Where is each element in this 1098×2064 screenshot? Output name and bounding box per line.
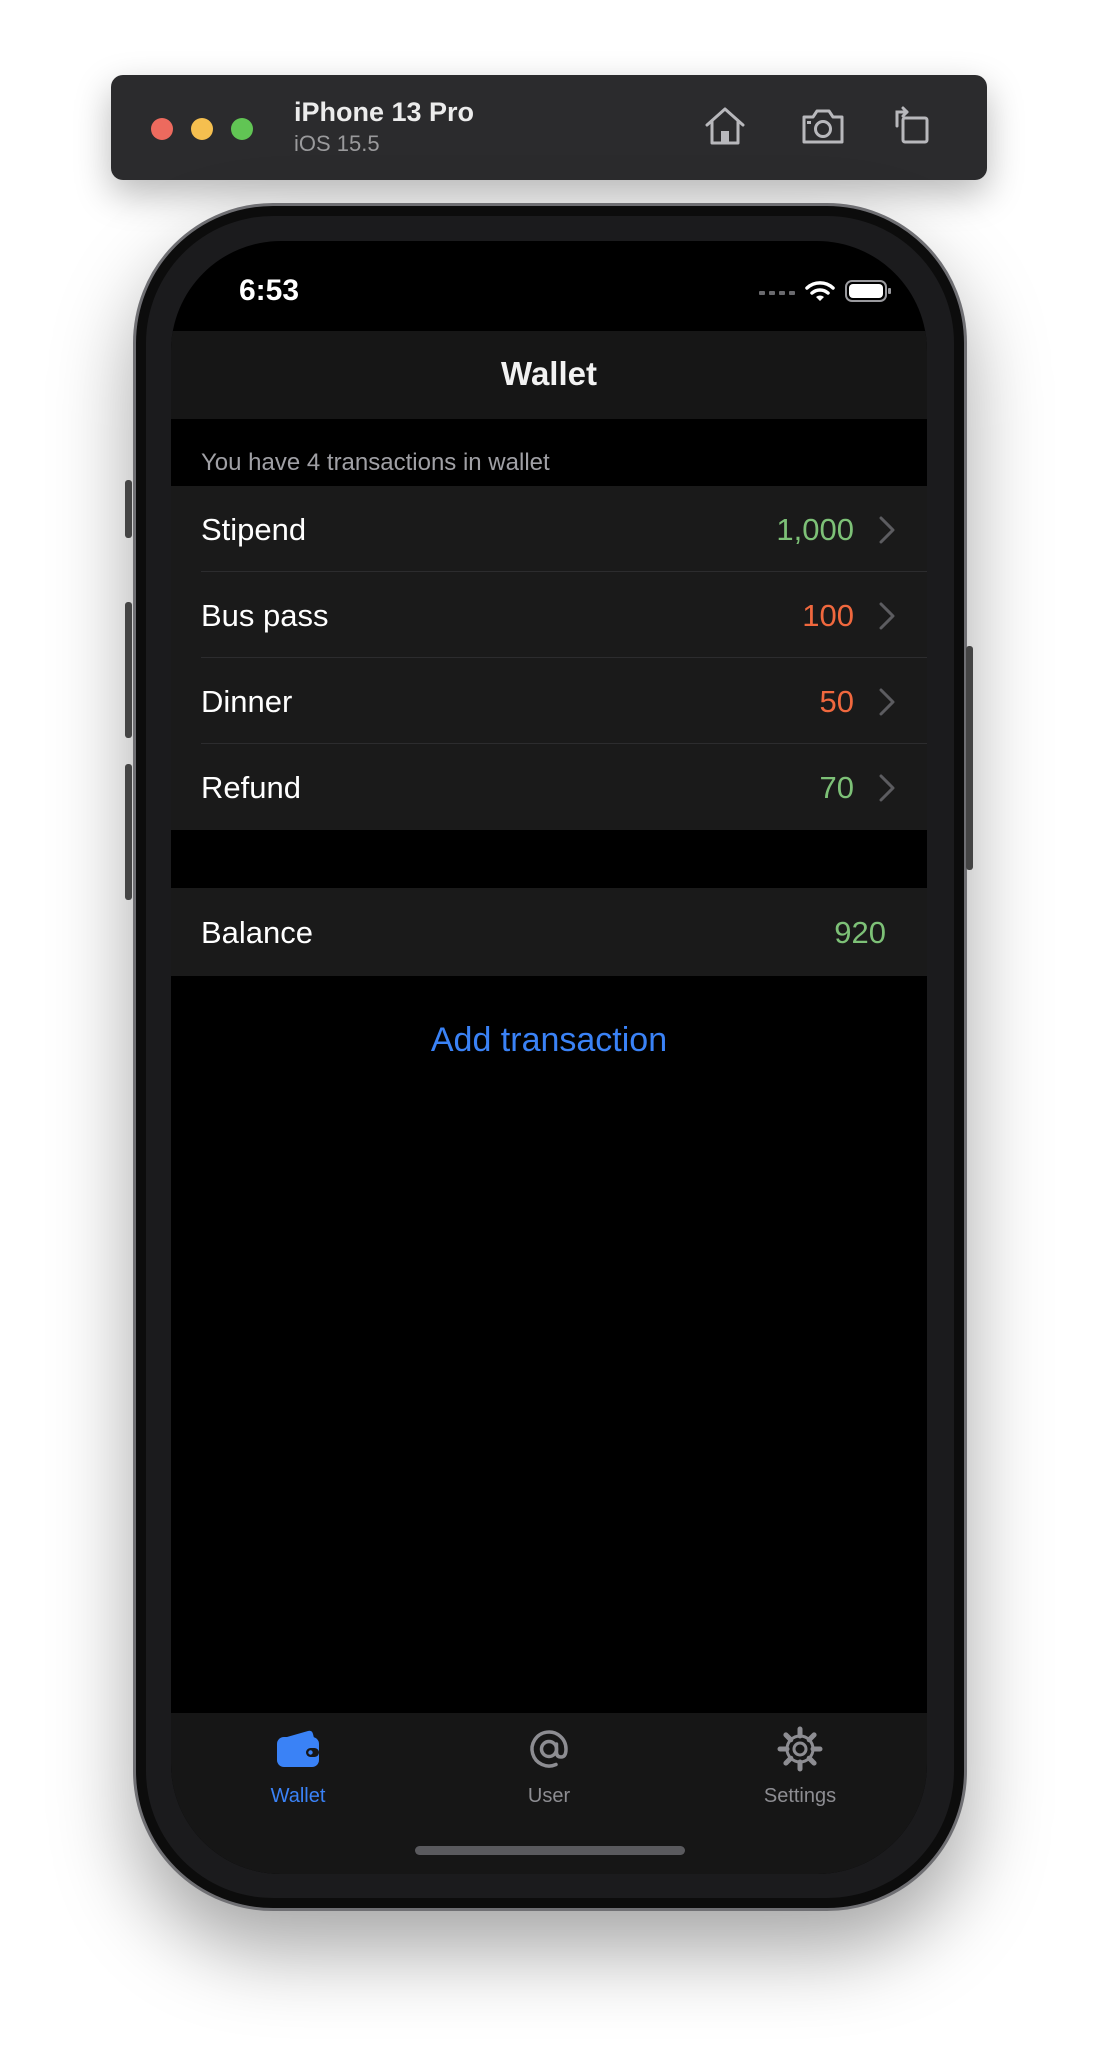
chevron-right-icon: [879, 602, 895, 630]
home-indicator[interactable]: [415, 1846, 685, 1855]
transaction-amount: 1,000: [776, 512, 854, 547]
navigation-bar: Wallet: [171, 331, 927, 419]
transaction-amount: 70: [819, 770, 854, 805]
home-icon[interactable]: [701, 102, 749, 150]
transaction-row-stipend[interactable]: Stipend 1,000: [171, 486, 927, 572]
volume-down-button: [125, 764, 132, 900]
gear-icon: [777, 1726, 823, 1772]
tab-settings[interactable]: Settings: [710, 1723, 890, 1823]
zoom-window-button[interactable]: [231, 118, 253, 140]
tab-user[interactable]: User: [459, 1723, 639, 1823]
transactions-list: Stipend 1,000 Bus pass 100 Dinner 50 Ref…: [171, 486, 927, 830]
power-button: [966, 646, 973, 870]
status-time: 6:53: [239, 274, 300, 307]
minimize-window-button[interactable]: [191, 118, 213, 140]
transaction-row-dinner[interactable]: Dinner 50: [171, 658, 927, 744]
wifi-icon: [805, 281, 835, 301]
rotate-icon[interactable]: [889, 102, 937, 150]
add-transaction-button[interactable]: Add transaction: [171, 1021, 927, 1060]
transaction-amount: 100: [802, 598, 854, 633]
transaction-amount: 50: [819, 684, 854, 719]
tab-label: Wallet: [270, 1785, 326, 1807]
close-window-button[interactable]: [151, 118, 173, 140]
phone-screen: 6:53 Wallet You have 4 transactions in w…: [171, 241, 927, 1874]
mute-switch: [125, 480, 132, 538]
nav-title: Wallet: [501, 355, 597, 392]
transaction-label: Bus pass: [201, 598, 329, 633]
wallet-icon: [277, 1730, 319, 1767]
transaction-label: Refund: [201, 770, 301, 805]
status-icons: [759, 277, 891, 305]
notch: [392, 241, 706, 307]
balance-value: 920: [834, 915, 886, 950]
at-icon: [530, 1730, 568, 1768]
battery-icon: [845, 280, 891, 302]
balance-label: Balance: [201, 915, 314, 950]
balance-row: Balance 920: [171, 888, 927, 976]
tab-label: Settings: [763, 1785, 837, 1807]
tab-wallet[interactable]: Wallet: [208, 1723, 388, 1823]
transaction-label: Stipend: [201, 512, 307, 547]
chevron-right-icon: [879, 774, 895, 802]
screenshot-icon[interactable]: [799, 102, 847, 150]
device-name: iPhone 13 Pro: [294, 97, 475, 127]
transaction-row-refund[interactable]: Refund 70: [171, 744, 927, 830]
chevron-right-icon: [879, 516, 895, 544]
transactions-section-header: You have 4 transactions in wallet: [201, 449, 550, 476]
cellular-signal-icon: [759, 291, 795, 295]
transaction-row-bus-pass[interactable]: Bus pass 100: [171, 572, 927, 658]
transaction-label: Dinner: [201, 684, 293, 719]
tab-label: User: [527, 1785, 571, 1807]
volume-up-button: [125, 602, 132, 738]
os-version: iOS 15.5: [294, 131, 380, 156]
simulator-toolbar: iPhone 13 Pro iOS 15.5: [111, 75, 987, 180]
chevron-right-icon: [879, 688, 895, 716]
